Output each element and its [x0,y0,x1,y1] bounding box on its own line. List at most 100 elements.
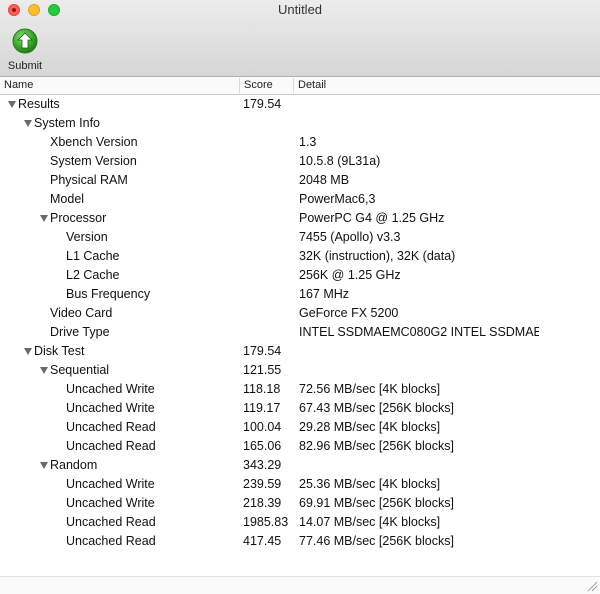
row-detail: 77.46 MB/sec [256K blocks] [299,534,454,548]
row-detail [299,342,539,361]
row-score: 119.17 [243,401,281,415]
row-score [243,304,297,323]
row-detail: 256K @ 1.25 GHz [299,268,401,282]
column-header-name[interactable]: Name [0,78,240,93]
row-detail: 32K (instruction), 32K (data) [299,249,456,263]
row-score: 100.04 [243,420,282,434]
row-name: Physical RAM [50,173,128,187]
row-detail: 82.96 MB/sec [256K blocks] [299,439,454,453]
column-header-score[interactable]: Score [240,78,294,93]
row-detail: 7455 (Apollo) v3.3 [299,230,401,244]
outline-row-rnd-uncached-write-256k[interactable]: Uncached Write 218.39 69.91 MB/sec [256K b… [0,494,600,513]
outline-row-system-version[interactable]: System Version 10.5.8 (9L31a) [0,152,600,171]
outline-row-seq-uncached-write-4k[interactable]: Uncached Write 118.18 72.56 MB/sec [4K blo… [0,380,600,399]
window-title: Untitled [277,2,323,17]
outline-row-bus-frequency[interactable]: Bus Frequency 167 MHz [0,285,600,304]
row-detail: 29.28 MB/sec [4K blocks] [299,420,441,434]
row-score [243,152,297,171]
row-name: Uncached Read [66,420,156,434]
row-name: Processor [50,211,107,225]
row-name: Bus Frequency [66,287,151,301]
row-name: Version [66,230,108,244]
row-name: Uncached Read [66,439,156,453]
row-name: Model [50,192,85,206]
row-name: Uncached Write [66,401,155,415]
row-name: Uncached Write [66,382,155,396]
row-detail: 72.56 MB/sec [4K blocks] [299,382,441,396]
column-header-detail[interactable]: Detail [294,78,600,93]
row-score: 417.45 [243,534,282,548]
row-score: 179.54 [243,344,282,358]
row-score [243,285,297,304]
row-detail [299,361,539,380]
row-name: Uncached Write [66,496,155,510]
outline-row-processor[interactable]: Processor PowerPC G4 @ 1.25 GHz [0,209,600,228]
upload-arrow-icon [12,28,38,54]
row-detail: 2048 MB [299,173,350,187]
outline-row-l2-cache[interactable]: L2 Cache 256K @ 1.25 GHz [0,266,600,285]
outline-row-xbench-version[interactable]: Xbench Version 1.3 [0,133,600,152]
row-name: Disk Test [34,344,85,358]
outline-row-sequential[interactable]: Sequential 121.55 [0,361,600,380]
row-score [243,209,297,228]
row-score: 343.29 [243,458,282,472]
row-detail: 14.07 MB/sec [4K blocks] [299,515,441,529]
row-name: Uncached Write [66,477,155,491]
row-detail: INTEL SSDMAEMC080G2 INTEL SSDMAEMC [299,325,539,339]
outline-row-video-card[interactable]: Video Card GeForce FX 5200 [0,304,600,323]
row-detail: PowerPC G4 @ 1.25 GHz [299,211,445,225]
row-detail [299,114,539,133]
outline-row-drive-type[interactable]: Drive Type INTEL SSDMAEMC080G2 INTEL SSDM… [0,323,600,342]
row-name: Xbench Version [50,135,138,149]
row-detail: 25.36 MB/sec [4K blocks] [299,477,441,491]
outline-row-system-info[interactable]: System Info [0,114,600,133]
row-detail: GeForce FX 5200 [299,306,399,320]
outline-row-rnd-uncached-write-4k[interactable]: Uncached Write 239.59 25.36 MB/sec [4K blo… [0,475,600,494]
row-score [243,266,297,285]
row-name: Video Card [50,306,113,320]
row-score: 165.06 [243,439,282,453]
row-name: System Info [34,116,100,130]
title-bar: Untitled Submit [0,0,600,77]
row-score [243,114,297,133]
row-detail: PowerMac6,3 [299,192,376,206]
row-score [243,190,297,209]
outline-row-results[interactable]: Results 179.54 [0,95,600,114]
outline-row-rnd-uncached-read-256k[interactable]: Uncached Read 417.45 77.46 MB/sec [256K bl… [0,532,600,551]
row-detail: 10.5.8 (9L31a) [299,154,381,168]
outline-row-rnd-uncached-read-4k[interactable]: Uncached Read 1985.83 14.07 MB/sec [4K blo… [0,513,600,532]
outline-row-model[interactable]: Model PowerMac6,3 [0,190,600,209]
row-score: 1985.83 [243,515,289,529]
resize-grip-icon[interactable] [586,580,598,592]
outline-row-seq-uncached-read-4k[interactable]: Uncached Read 100.04 29.28 MB/sec [4K bloc… [0,418,600,437]
row-name: Uncached Read [66,534,156,548]
submit-button[interactable]: Submit [4,28,46,72]
row-name: L2 Cache [66,268,120,282]
row-name: System Version [50,154,137,168]
outline-row-seq-uncached-read-256k[interactable]: Uncached Read 165.06 82.96 MB/sec [256K bl… [0,437,600,456]
row-score [243,133,297,152]
horizontal-scrollbar[interactable] [0,576,600,594]
row-score: 118.18 [243,382,281,396]
outline-row-disk-test[interactable]: Disk Test 179.54 [0,342,600,361]
row-score [243,228,297,247]
submit-label: Submit [7,60,43,72]
row-detail: 69.91 MB/sec [256K blocks] [299,496,454,510]
row-name: Random [50,458,98,472]
row-detail [299,456,539,475]
row-name: Results [18,97,60,111]
row-score [243,323,297,342]
outline-row-l1-cache[interactable]: L1 Cache 32K (instruction), 32K (data) [0,247,600,266]
row-score: 121.55 [243,363,282,377]
outline-row-physical-ram[interactable]: Physical RAM 2048 MB [0,171,600,190]
outline-row-random[interactable]: Random 343.29 [0,456,600,475]
row-detail: 167 MHz [299,287,350,301]
row-detail: 67.43 MB/sec [256K blocks] [299,401,454,415]
outline-row-seq-uncached-write-256k[interactable]: Uncached Write 119.17 67.43 MB/sec [256K b… [0,399,600,418]
row-score [243,171,297,190]
row-detail [299,95,539,114]
row-name: Sequential [50,363,110,377]
outline-row-version[interactable]: Version 7455 (Apollo) v3.3 [0,228,600,247]
row-detail: 1.3 [299,135,317,149]
row-score [243,247,297,266]
